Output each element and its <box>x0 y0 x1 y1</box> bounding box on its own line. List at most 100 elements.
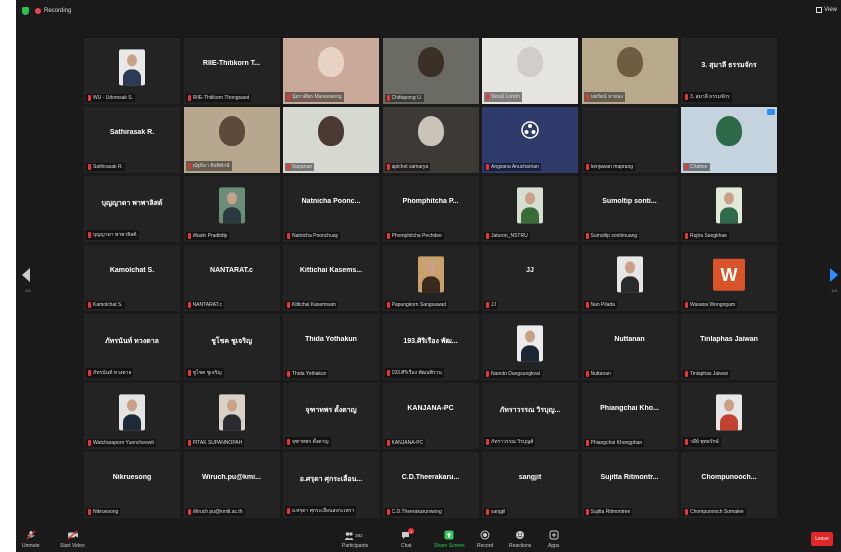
leave-button[interactable]: Leave <box>811 532 833 546</box>
top-bar: Recording View <box>16 0 841 22</box>
start-video-label: Start Video <box>60 543 85 549</box>
participant-tile[interactable]: WU - Udomsak S. <box>84 38 180 104</box>
more-options-icon[interactable] <box>767 109 775 115</box>
participant-tile[interactable]: จุฑาทพร ตั้งตาญ จุฑาทพร ตั้งตาญ <box>283 383 379 449</box>
participant-name: Sujitta Ritmontree <box>590 509 631 515</box>
participant-name: ภัทราวรรณ วิรบุญศ์ <box>491 439 534 445</box>
participant-name: Chittapong U. <box>391 95 423 101</box>
participant-tile[interactable]: Sumoltip sonti... Sumoltip sontimuang <box>581 176 678 242</box>
participant-tile[interactable]: C.D.Theerakaru... C.D.Theerakarunwong <box>382 452 479 518</box>
participant-tile[interactable]: RIIE-Thitikorn T... RIIE-Thitikorn Thongs… <box>183 38 280 104</box>
participants-button[interactable]: 382 Participants <box>342 530 368 549</box>
participant-tile[interactable]: Wasin Praditdip <box>183 176 280 242</box>
participant-display-name: Nuttanan <box>614 336 645 343</box>
person-silhouette <box>616 47 643 78</box>
participant-name-tag: Papungkorn Sangsawad <box>384 301 448 309</box>
record-button[interactable]: Record <box>477 530 493 549</box>
participant-tile[interactable]: บุญญาดา พาพาลิสต์ บุญญาดา พาพาลิสต์ <box>84 176 180 242</box>
participant-tile[interactable]: W Wasana Wongngam <box>681 245 777 311</box>
participant-tile[interactable]: นุ้ยรวดีพร Maneewong <box>283 38 379 104</box>
participant-display-name: 193.ศิริเรือง พัฒ... <box>403 338 458 345</box>
participant-tile[interactable]: Nan Pilada <box>581 245 678 311</box>
muted-mic-icon <box>88 440 91 446</box>
shield-icon[interactable] <box>22 7 29 15</box>
participant-tile[interactable]: Tinlaphas Jaiwan Tinlaphas Jaiwan <box>681 314 777 380</box>
participant-tile[interactable]: ชูโชค ชูเจริญ ชูโชค ชูเจริญ <box>183 314 280 380</box>
participant-tile[interactable]: Nikruesong Nikruesong <box>84 452 180 518</box>
participant-tile[interactable]: Phomphitcha P... Phomphitcha Pechdee <box>382 176 479 242</box>
participant-name-tag: apichet samarya <box>384 163 431 171</box>
person-silhouette <box>222 207 241 224</box>
participant-tile[interactable]: นิพนธ์ Lorem <box>482 38 578 104</box>
participant-tile[interactable]: Supanan <box>283 107 379 173</box>
participant-tile[interactable]: 193.ศิริเรือง พัฒ... 193.ศิริเรือง พัฒนพิ… <box>382 314 479 380</box>
participant-name: Wasana Wongngam <box>690 302 736 308</box>
participant-tile[interactable]: apichet samarya <box>382 107 479 173</box>
participant-name-tag: JJ <box>484 301 498 309</box>
participant-tile[interactable]: Nuttanan Nuttanan <box>581 314 678 380</box>
apps-button[interactable]: Apps <box>548 530 559 549</box>
participant-tile[interactable]: benjawan maprang <box>581 107 678 173</box>
participant-tile[interactable]: Kittichai Kasems... Kittichai Kasemsam <box>283 245 379 311</box>
person-silhouette <box>123 414 141 431</box>
muted-mic-icon <box>287 371 290 377</box>
participant-tile[interactable]: ณัฐธิดา ศิลพิทักษ์ <box>183 107 280 173</box>
participant-tile[interactable]: Wiruch.pu@kmi... Wiruch.pu@kmitl.ac.th <box>183 452 280 518</box>
participant-tile[interactable]: Angsana Anucharnan <box>482 107 578 173</box>
participant-tile[interactable]: Thida Yothakun Thida Yothakun <box>283 314 379 380</box>
profile-picture <box>417 256 444 293</box>
share-screen-button[interactable]: Share Screen <box>434 530 465 549</box>
participant-tile[interactable]: นพรัตน์ หาทอง <box>581 38 678 104</box>
next-page-arrow-icon[interactable] <box>830 268 838 282</box>
participant-tile[interactable]: Watcharaporn Yuencheewit <box>84 383 180 449</box>
participant-tile[interactable]: Sujitta Ritmontr... Sujitta Ritmontree <box>581 452 678 518</box>
participant-tile[interactable]: ภัทราวรรณ วิรบุญ... ภัทราวรรณ วิรบุญศ์ <box>482 383 578 449</box>
reactions-button[interactable]: Reactions <box>509 530 531 549</box>
participant-tile[interactable]: sangjit sangjit <box>482 452 578 518</box>
participant-tile[interactable]: Rujira Sangkhae <box>681 176 777 242</box>
participant-tile[interactable]: Chompunooch... Chompunooch Somalee <box>681 452 777 518</box>
muted-mic-icon <box>386 95 390 101</box>
participant-tile[interactable]: NANTARAT.c NANTARAT.c <box>183 245 280 311</box>
participant-display-name: ชูโชค ชูเจริญ <box>211 338 252 345</box>
participant-tile[interactable]: อ.ศรุดา ศุกระเลื่อน... อ.ศรุดา ศุกระเลื่อ… <box>283 452 379 518</box>
chat-icon: 1 <box>401 528 415 540</box>
participant-tile[interactable]: วลีย์ พุทธรักษ์ <box>681 383 777 449</box>
participant-tile[interactable]: KANJANA-PC KANJANA-PC <box>382 383 479 449</box>
view-label: View <box>824 7 837 13</box>
participant-tile[interactable]: Jaturon_NSTRU <box>482 176 578 242</box>
muted-mic-icon <box>287 508 290 514</box>
participant-tile[interactable]: Chittapong U. <box>382 38 479 104</box>
muted-mic-icon <box>26 530 36 540</box>
recording-label[interactable]: Recording <box>44 8 71 14</box>
participant-tile[interactable]: Sathirasak R. Sathirasak R. <box>84 107 180 173</box>
participant-tile[interactable]: Phiangchai Kho... Phiangchai Khongphan <box>581 383 678 449</box>
participant-display-name: Sathirasak R. <box>109 129 155 136</box>
participant-tile[interactable]: JJ JJ <box>482 245 578 311</box>
view-button[interactable]: View <box>816 7 837 13</box>
participant-tile[interactable]: Natnicha Poonc... Natnicha Poonchuay <box>283 176 379 242</box>
muted-mic-icon <box>486 94 489 100</box>
muted-mic-icon <box>685 509 688 515</box>
start-video-button[interactable]: Start Video <box>60 530 85 549</box>
participant-tile[interactable]: Papungkorn Sangsawad <box>382 245 479 311</box>
participant-tile[interactable]: Chattee <box>681 107 777 173</box>
unmute-button[interactable]: Unmute <box>22 530 40 549</box>
chat-button[interactable]: 1 Chat <box>401 528 415 549</box>
participant-tile[interactable]: 3. สุมาลี ธรรมจักร 3. สุมาลี ธรรมจักร <box>681 38 777 104</box>
participant-name: NANTARAT.c <box>192 302 223 308</box>
muted-mic-icon <box>685 302 688 308</box>
participant-display-name: KANJANA-PC <box>407 405 454 412</box>
participant-name-tag: ภัทราวรรณ วิรบุญศ์ <box>484 437 536 447</box>
prev-page-arrow-icon[interactable] <box>22 268 30 282</box>
participant-tile[interactable]: Nanoln Dangsungkval <box>482 314 578 380</box>
muted-mic-icon <box>685 371 688 377</box>
participant-tile[interactable]: PITAK SUPANNOPAH <box>183 383 280 449</box>
muted-mic-icon <box>287 94 290 100</box>
participant-name-tag: sangjit <box>484 508 508 516</box>
participant-tile[interactable]: Kamolchat S. Kamolchat S. <box>84 245 180 311</box>
person-silhouette <box>521 207 539 224</box>
participant-name: Nan Pilada <box>590 302 615 308</box>
muted-mic-icon <box>187 370 191 376</box>
participant-tile[interactable]: ภัทรนันท์ ทวงตาล ภัทรนันท์ ทวงตาล <box>84 314 180 380</box>
